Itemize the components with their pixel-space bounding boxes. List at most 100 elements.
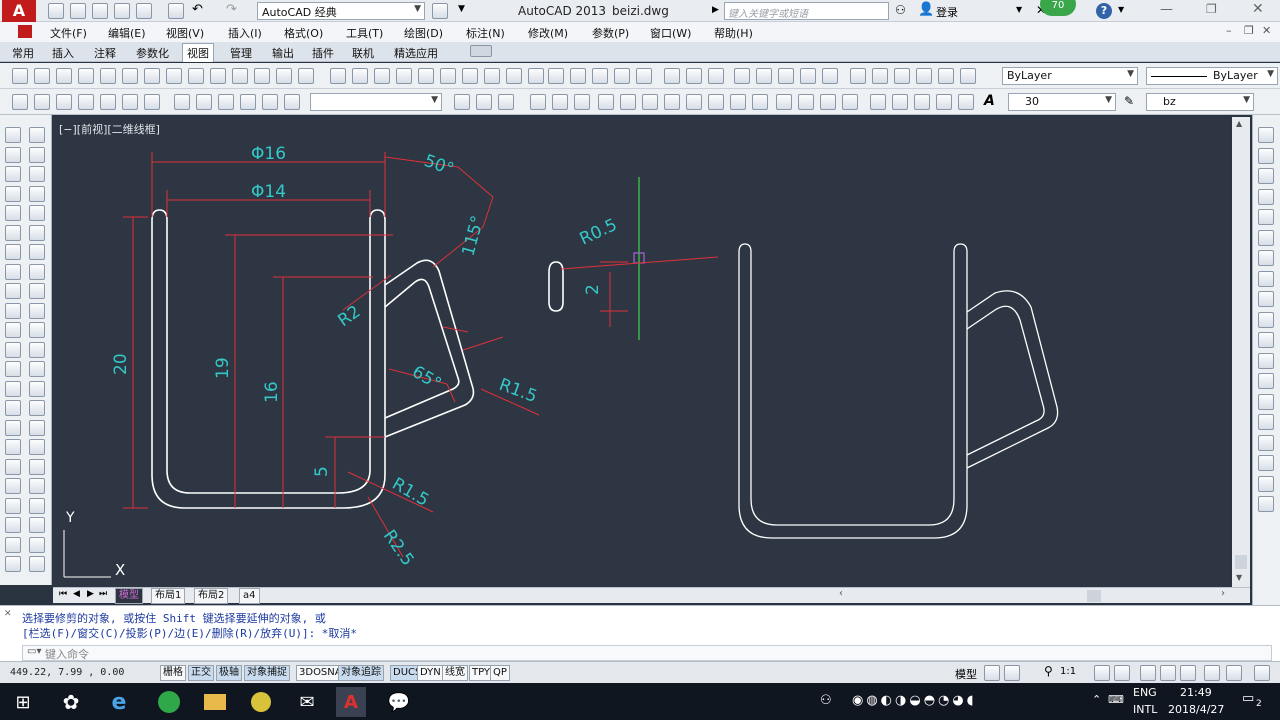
row1-tool-2-icon[interactable] [34,68,50,84]
login-chevron-icon[interactable]: ▼ [1016,5,1022,14]
vertical-scrollbar[interactable]: ▲ ▼ [1232,117,1250,587]
minimize-icon[interactable]: — [1160,2,1173,17]
dim-style-icon[interactable]: ✎ [1124,94,1134,108]
row2-tool-33-icon[interactable] [892,94,908,110]
row1-tool-12-icon[interactable] [254,68,270,84]
left-palette-a-6-icon[interactable] [5,224,21,241]
left-palette-a-3-icon[interactable] [5,166,21,182]
left-palette-b-23-icon[interactable] [29,556,45,572]
close-icon[interactable]: ✕ [1252,1,1264,17]
row1-tool-27-icon[interactable] [592,68,608,84]
scroll-up-icon[interactable]: ▲ [1236,119,1242,128]
row1-tool-3-icon[interactable] [56,68,72,84]
menu-view[interactable]: 视图(V) [166,25,204,41]
prev-layout-icon[interactable]: ◀ [73,589,80,599]
autocad-taskbar-icon[interactable]: A [336,687,366,717]
tray-icons[interactable]: ◉◍◐◑◒◓◔◕◖ [852,693,977,708]
row2-tool-11-icon[interactable] [240,94,256,110]
login-label[interactable]: 登录 [936,4,958,20]
row2-tool-17-icon[interactable] [530,94,546,110]
row1-tool-42-icon[interactable] [938,68,954,84]
menu-window[interactable]: 窗口(W) [650,25,691,41]
last-layout-icon[interactable]: ⏭ [99,589,107,599]
right-palette-3-icon[interactable] [1258,168,1274,184]
tab-annotate[interactable]: 注释 [94,45,116,61]
hscroll-right-icon[interactable]: › [1221,588,1225,599]
first-layout-icon[interactable]: ⏮ [59,589,67,599]
row1-tool-34-icon[interactable] [756,68,772,84]
command-input[interactable]: ▭▾ 键入命令 [22,645,1272,661]
status-toggle-8[interactable]: DYN [417,665,444,681]
text-height-dropdown[interactable]: 30 ▼ [1008,93,1116,111]
right-palette-16-icon[interactable] [1258,434,1274,451]
left-palette-a-14-icon[interactable] [5,380,21,397]
left-palette-a-7-icon[interactable] [5,244,21,260]
row2-tool-19-icon[interactable] [574,94,590,110]
row2-tool-10-icon[interactable] [218,94,234,110]
row1-tool-15-icon[interactable] [330,68,346,84]
row2-tool-34-icon[interactable] [914,94,930,110]
left-palette-b-14-icon[interactable] [29,380,45,397]
left-palette-b-19-icon[interactable] [29,478,45,494]
status-toggle-9[interactable]: 线宽 [442,665,468,681]
row2-tool-5-icon[interactable] [100,94,116,110]
left-palette-b-16-icon[interactable] [29,419,45,436]
right-palette-17-icon[interactable] [1258,455,1274,471]
row1-tool-36-icon[interactable] [800,68,816,84]
annotation-scale-value[interactable]: 1:1 [1060,666,1076,677]
notification-center-icon[interactable]: ▭ [1242,691,1254,706]
menu-insert[interactable]: 插入(I) [228,25,262,41]
tab-plugins[interactable]: 插件 [312,45,334,61]
row1-tool-37-icon[interactable] [822,68,838,84]
left-palette-b-11-icon[interactable] [29,322,45,338]
row1-tool-40-icon[interactable] [894,68,910,84]
right-palette-2-icon[interactable] [1258,147,1274,164]
left-palette-a-17-icon[interactable] [5,439,21,455]
row2-tool-32-icon[interactable] [870,94,886,110]
menu-tools[interactable]: 工具(T) [346,25,383,41]
row1-tool-6-icon[interactable] [122,68,138,84]
layout-icon[interactable] [984,665,1000,681]
hardware-accel-icon[interactable] [1180,665,1196,681]
clean-screen-icon[interactable] [1226,665,1242,681]
row2-tool-18-icon[interactable] [552,94,568,110]
left-palette-b-18-icon[interactable] [29,458,45,475]
left-palette-a-2-icon[interactable] [5,146,21,163]
tab-view[interactable]: 视图 [182,43,214,62]
isolate-icon[interactable] [1204,665,1220,681]
menu-file[interactable]: 文件(F) [50,25,87,41]
left-palette-b-20-icon[interactable] [29,497,45,514]
row1-tool-5-icon[interactable] [100,68,116,84]
row1-tool-33-icon[interactable] [734,68,750,84]
row2-tool-31-icon[interactable] [842,94,858,110]
row2-tool-28-icon[interactable] [776,94,792,110]
row1-tool-14-icon[interactable] [298,68,314,84]
row1-tool-21-icon[interactable] [462,68,478,84]
left-palette-b-1-icon[interactable] [29,127,45,143]
menu-help[interactable]: 帮助(H) [714,25,753,41]
file-explorer-icon[interactable] [200,687,230,717]
view-dropdown[interactable]: ▼ [310,93,442,111]
tab-online[interactable]: 联机 [352,45,374,61]
save-as-icon[interactable] [114,3,130,19]
status-toggle-1[interactable]: 栅格 [160,665,186,681]
row1-tool-23-icon[interactable] [506,68,522,84]
row2-tool-23-icon[interactable] [664,94,680,110]
right-palette-1-icon[interactable] [1258,127,1274,143]
plot-icon[interactable] [136,3,152,19]
row1-tool-30-icon[interactable] [664,68,680,84]
row2-tool-1-icon[interactable] [12,94,28,110]
status-menu-icon[interactable] [1254,665,1270,681]
left-palette-a-18-icon[interactable] [5,458,21,475]
row1-tool-41-icon[interactable] [916,68,932,84]
workspace-dropdown[interactable]: AutoCAD 经典 ▼ [257,2,425,20]
windows-start-icon[interactable]: ⊞ [8,687,38,717]
row1-tool-11-icon[interactable] [232,68,248,84]
left-palette-b-3-icon[interactable] [29,166,45,182]
customize-quick-access-icon[interactable]: ▼ [458,4,465,14]
left-palette-b-6-icon[interactable] [29,224,45,241]
right-palette-12-icon[interactable] [1258,352,1274,369]
expand-search-icon[interactable]: ▶ [712,5,719,15]
row2-tool-25-icon[interactable] [708,94,724,110]
row1-tool-25-icon[interactable] [548,68,564,84]
